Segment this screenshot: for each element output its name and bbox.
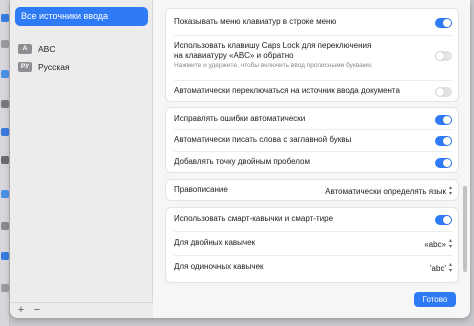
toggle-knob <box>443 159 451 167</box>
chevron-updown-icon: ▴ ▾ <box>448 262 452 274</box>
double-quotes-label: Для двойных кавычек <box>174 238 256 247</box>
smart-quotes-row: Использовать смарт-кавычки и смарт-тире <box>174 214 452 226</box>
sidebar-item-abc[interactable]: A ABC <box>18 42 55 56</box>
double-space-row: Добавлять точку двойным пробелом <box>174 157 452 169</box>
sidebar-footer: + − <box>10 302 153 318</box>
capitalize-row: Автоматически писать слова с заглавной б… <box>174 135 452 147</box>
capitalize-toggle[interactable] <box>435 136 452 146</box>
app-icon <box>1 70 9 78</box>
app-icon <box>1 156 9 164</box>
caps-lock-sublabel: Нажмите и удержите, чтобы включить ввод … <box>174 62 373 69</box>
toggle-knob <box>443 116 451 124</box>
auto-switch-label: Автоматически переключаться на источник … <box>174 86 400 95</box>
spelling-group: Правописание Автоматически определять яз… <box>165 179 459 201</box>
divider <box>174 129 452 130</box>
text-correction-group: Исправлять ошибки автоматически Автомати… <box>165 107 459 173</box>
single-quotes-label: Для одиночных кавычек <box>174 262 264 271</box>
double-quotes-popup[interactable]: «abc» ▴ ▾ <box>424 238 452 250</box>
autocorrect-toggle[interactable] <box>435 115 452 125</box>
input-sources-sheet: Все источники ввода A ABC РУ Русская + −… <box>10 0 470 318</box>
app-icon <box>1 252 9 260</box>
spelling-popup[interactable]: Автоматически определять язык ▴ ▾ <box>325 185 452 197</box>
autocorrect-row: Исправлять ошибки автоматически <box>174 114 452 126</box>
sidebar-item-russian[interactable]: РУ Русская <box>18 60 70 74</box>
sidebar-item-label: Русская <box>38 62 70 72</box>
single-quotes-value: 'abc' <box>430 263 446 273</box>
autocorrect-label: Исправлять ошибки автоматически <box>174 114 306 123</box>
app-icon <box>1 222 9 230</box>
abc-badge-icon: A <box>18 44 32 54</box>
keyboard-options-group: Показывать меню клавиатур в строке меню … <box>165 8 459 102</box>
add-input-source-button[interactable]: + <box>14 304 28 317</box>
toggle-knob <box>436 88 444 96</box>
show-menu-row: Показывать меню клавиатур в строке меню <box>174 17 452 29</box>
settings-pane: Показывать меню клавиатур в строке меню … <box>153 0 470 318</box>
russian-badge-icon: РУ <box>18 62 32 72</box>
background-app-strip <box>0 0 10 326</box>
remove-input-source-button[interactable]: − <box>30 304 44 317</box>
app-icon <box>1 40 9 48</box>
toggle-knob <box>443 19 451 27</box>
single-quotes-popup[interactable]: 'abc' ▴ ▾ <box>430 262 452 274</box>
smart-quotes-label: Использовать смарт-кавычки и смарт-тире <box>174 214 334 223</box>
app-icon <box>1 100 9 108</box>
app-icon <box>1 284 9 292</box>
chevron-updown-icon: ▴ ▾ <box>448 238 452 250</box>
divider <box>174 151 452 152</box>
caps-lock-row: Использовать клавишу Caps Lock для перек… <box>174 41 452 73</box>
caps-lock-label-line1: Использовать клавишу Caps Lock для перек… <box>174 41 372 50</box>
divider <box>174 255 452 256</box>
divider <box>174 80 452 81</box>
spelling-value: Автоматически определять язык <box>325 186 446 196</box>
toggle-knob <box>436 52 444 60</box>
caps-lock-label-line2: на клавиатуру «ABC» и обратно <box>174 51 294 60</box>
smart-quotes-toggle[interactable] <box>435 215 452 225</box>
double-quotes-row: Для двойных кавычек «abc» ▴ ▾ <box>174 238 452 250</box>
capitalize-label: Автоматически писать слова с заглавной б… <box>174 135 352 144</box>
double-space-label: Добавлять точку двойным пробелом <box>174 157 311 166</box>
divider <box>174 231 452 232</box>
done-button[interactable]: Готово <box>414 292 456 307</box>
chevron-updown-icon: ▴ ▾ <box>448 185 452 197</box>
double-quotes-value: «abc» <box>424 239 446 249</box>
scrollbar[interactable] <box>463 186 467 272</box>
app-icon <box>1 190 9 198</box>
input-sources-sidebar: Все источники ввода A ABC РУ Русская + − <box>10 0 153 318</box>
single-quotes-row: Для одиночных кавычек 'abc' ▴ ▾ <box>174 262 452 274</box>
smart-quotes-group: Использовать смарт-кавычки и смарт-тире … <box>165 207 459 283</box>
app-icon <box>1 128 9 136</box>
spelling-label: Правописание <box>174 185 228 194</box>
sidebar-item-all-input-sources[interactable]: Все источники ввода <box>15 7 148 26</box>
caps-lock-toggle[interactable] <box>435 51 452 61</box>
show-menu-label: Показывать меню клавиатур в строке меню <box>174 17 337 26</box>
app-icon <box>1 14 9 22</box>
toggle-knob <box>443 137 451 145</box>
sidebar-item-label: ABC <box>38 44 56 54</box>
show-menu-toggle[interactable] <box>435 18 452 28</box>
auto-switch-row: Автоматически переключаться на источник … <box>174 86 452 98</box>
double-space-toggle[interactable] <box>435 158 452 168</box>
toggle-knob <box>443 216 451 224</box>
divider <box>174 35 452 36</box>
spelling-row: Правописание Автоматически определять яз… <box>174 185 452 197</box>
auto-switch-toggle[interactable] <box>435 87 452 97</box>
